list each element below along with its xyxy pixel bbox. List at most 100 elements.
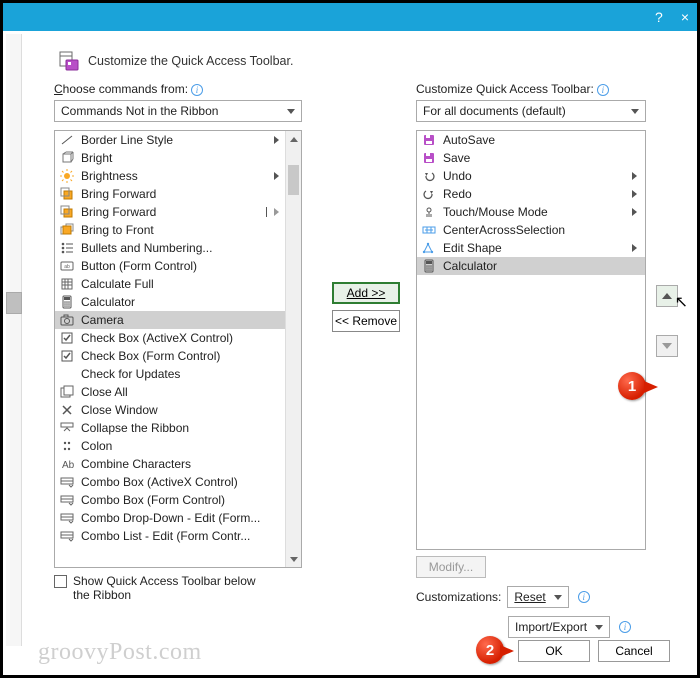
list-item[interactable]: Check Box (Form Control) (55, 347, 285, 365)
info-icon[interactable]: i (597, 84, 609, 96)
show-below-ribbon-checkbox[interactable]: Show Quick Access Toolbar below the Ribb… (54, 574, 274, 602)
list-item[interactable]: Close Window (55, 401, 285, 419)
list-item[interactable]: Bring Forward (55, 185, 285, 203)
move-up-button[interactable] (656, 285, 678, 307)
nav-sliver (6, 34, 22, 646)
list-item-label: Colon (81, 439, 281, 453)
list-item[interactable]: CenterAcrossSelection (417, 221, 645, 239)
list-item[interactable]: Brightness (55, 167, 285, 185)
cancel-button[interactable]: Cancel (598, 640, 670, 662)
info-icon[interactable]: i (578, 591, 590, 603)
list-item-label: Check for Updates (81, 367, 281, 381)
info-icon[interactable]: i (619, 621, 631, 633)
customizations-row: Customizations: Reset i (416, 586, 682, 608)
list-item-label: Camera (81, 313, 281, 327)
add-button[interactable]: Add >> (332, 282, 400, 304)
list-item[interactable]: AbCombine Characters (55, 455, 285, 473)
move-down-button[interactable] (656, 335, 678, 357)
list-item-label: Check Box (Form Control) (81, 349, 281, 363)
submenu-caret-icon (632, 172, 637, 180)
submenu-caret-icon (274, 136, 279, 144)
list-item[interactable]: Touch/Mouse Mode (417, 203, 645, 221)
list-item[interactable]: Redo (417, 185, 645, 203)
list-item[interactable]: Combo Box (Form Control) (55, 491, 285, 509)
calc-grid-icon (59, 276, 75, 292)
checkbox-checked-icon (59, 330, 75, 346)
triangle-up-icon (662, 293, 672, 299)
svg-text:ab: ab (64, 264, 70, 270)
nav-sliver-selected[interactable] (6, 292, 22, 314)
list-item[interactable]: Collapse the Ribbon (55, 419, 285, 437)
choose-commands-dropdown[interactable]: Commands Not in the Ribbon (54, 100, 302, 122)
list-item[interactable]: Calculator (55, 293, 285, 311)
list-item-label: Check Box (ActiveX Control) (81, 331, 281, 345)
list-item[interactable]: abButton (Form Control) (55, 257, 285, 275)
customize-qat-value: For all documents (default) (423, 104, 566, 118)
list-item[interactable]: Bring Forward (55, 203, 285, 221)
list-item[interactable]: Bright (55, 149, 285, 167)
blank-icon (59, 546, 75, 562)
scroll-thumb[interactable] (288, 165, 299, 195)
qat-listbox[interactable]: AutoSaveSaveUndo Redo Touch/Mouse ModeCent… (416, 130, 646, 550)
customize-qat-label: Customize Quick Access Toolbar:i (416, 82, 682, 96)
list-item-label: Edit Shape (443, 241, 502, 255)
list-item[interactable]: Combo Box (ActiveX Control) (55, 473, 285, 491)
redo-icon (421, 186, 437, 202)
customize-qat-dropdown[interactable]: For all documents (default) (416, 100, 646, 122)
callout-1: 1 (618, 372, 646, 400)
triangle-down-icon (662, 343, 672, 349)
list-item-label: Collapse the Ribbon (81, 421, 281, 435)
submenu-caret-icon (632, 244, 637, 252)
info-icon[interactable]: i (191, 84, 203, 96)
callout-2: 2 (476, 636, 504, 664)
remove-button[interactable]: << Remove (332, 310, 400, 332)
list-item[interactable] (55, 545, 285, 563)
list-item[interactable]: AutoSave (417, 131, 645, 149)
import-export-dropdown[interactable]: Import/Export (508, 616, 610, 638)
commands-listbox[interactable]: Border Line StyleBrightBrightnessBring F… (54, 130, 302, 568)
list-item[interactable]: Bullets and Numbering... (55, 239, 285, 257)
ok-button[interactable]: OK (518, 640, 590, 662)
chevron-down-icon (595, 625, 603, 630)
sun-icon (59, 168, 75, 184)
list-item[interactable]: Colon (55, 437, 285, 455)
scroll-down[interactable] (286, 551, 301, 567)
list-item[interactable]: Calculator (417, 257, 645, 275)
submenu-caret-icon (274, 208, 279, 216)
middle-column: Add >> << Remove (332, 82, 400, 338)
list-item[interactable]: Check Box (ActiveX Control) (55, 329, 285, 347)
list-item[interactable]: Edit Shape (417, 239, 645, 257)
calculator-icon (59, 294, 75, 310)
list-item[interactable]: Close All (55, 383, 285, 401)
help-button[interactable]: ? (655, 10, 663, 24)
collapse-icon (59, 420, 75, 436)
list-item-label: Redo (443, 187, 472, 201)
watermark: groovyPost.com (38, 639, 202, 666)
list-item[interactable]: Border Line Style (55, 131, 285, 149)
svg-text:Ab: Ab (62, 460, 74, 471)
checkbox-checked-icon (59, 348, 75, 364)
dialog-title: Customize the Quick Access Toolbar. (88, 54, 293, 68)
list-item[interactable]: Camera (55, 311, 285, 329)
left-column: Choose commands from:i Commands Not in t… (54, 82, 316, 602)
list-item[interactable]: Save (417, 149, 645, 167)
list-item[interactable]: Combo List - Edit (Form Contr... (55, 527, 285, 545)
list-item-label: Close All (81, 385, 281, 399)
list-item-label: Bullets and Numbering... (81, 241, 281, 255)
center-across-icon (421, 222, 437, 238)
modify-button: Modify... (416, 556, 486, 578)
list-item[interactable]: Check for Updates (55, 365, 285, 383)
scroll-up[interactable] (286, 131, 301, 147)
list-item-label: Bright (81, 151, 281, 165)
scrollbar[interactable] (285, 131, 301, 567)
list-item-label: Border Line Style (81, 133, 268, 147)
reset-dropdown[interactable]: Reset (507, 586, 568, 608)
list-item[interactable]: Combo Drop-Down - Edit (Form... (55, 509, 285, 527)
list-item[interactable]: Bring to Front (55, 221, 285, 239)
list-item[interactable]: Undo (417, 167, 645, 185)
save-purple-icon (421, 132, 437, 148)
list-item-label: Close Window (81, 403, 281, 417)
list-item[interactable]: Calculate Full (55, 275, 285, 293)
right-column: Customize Quick Access Toolbar:i For all… (416, 82, 682, 638)
close-button[interactable]: × (681, 10, 689, 24)
